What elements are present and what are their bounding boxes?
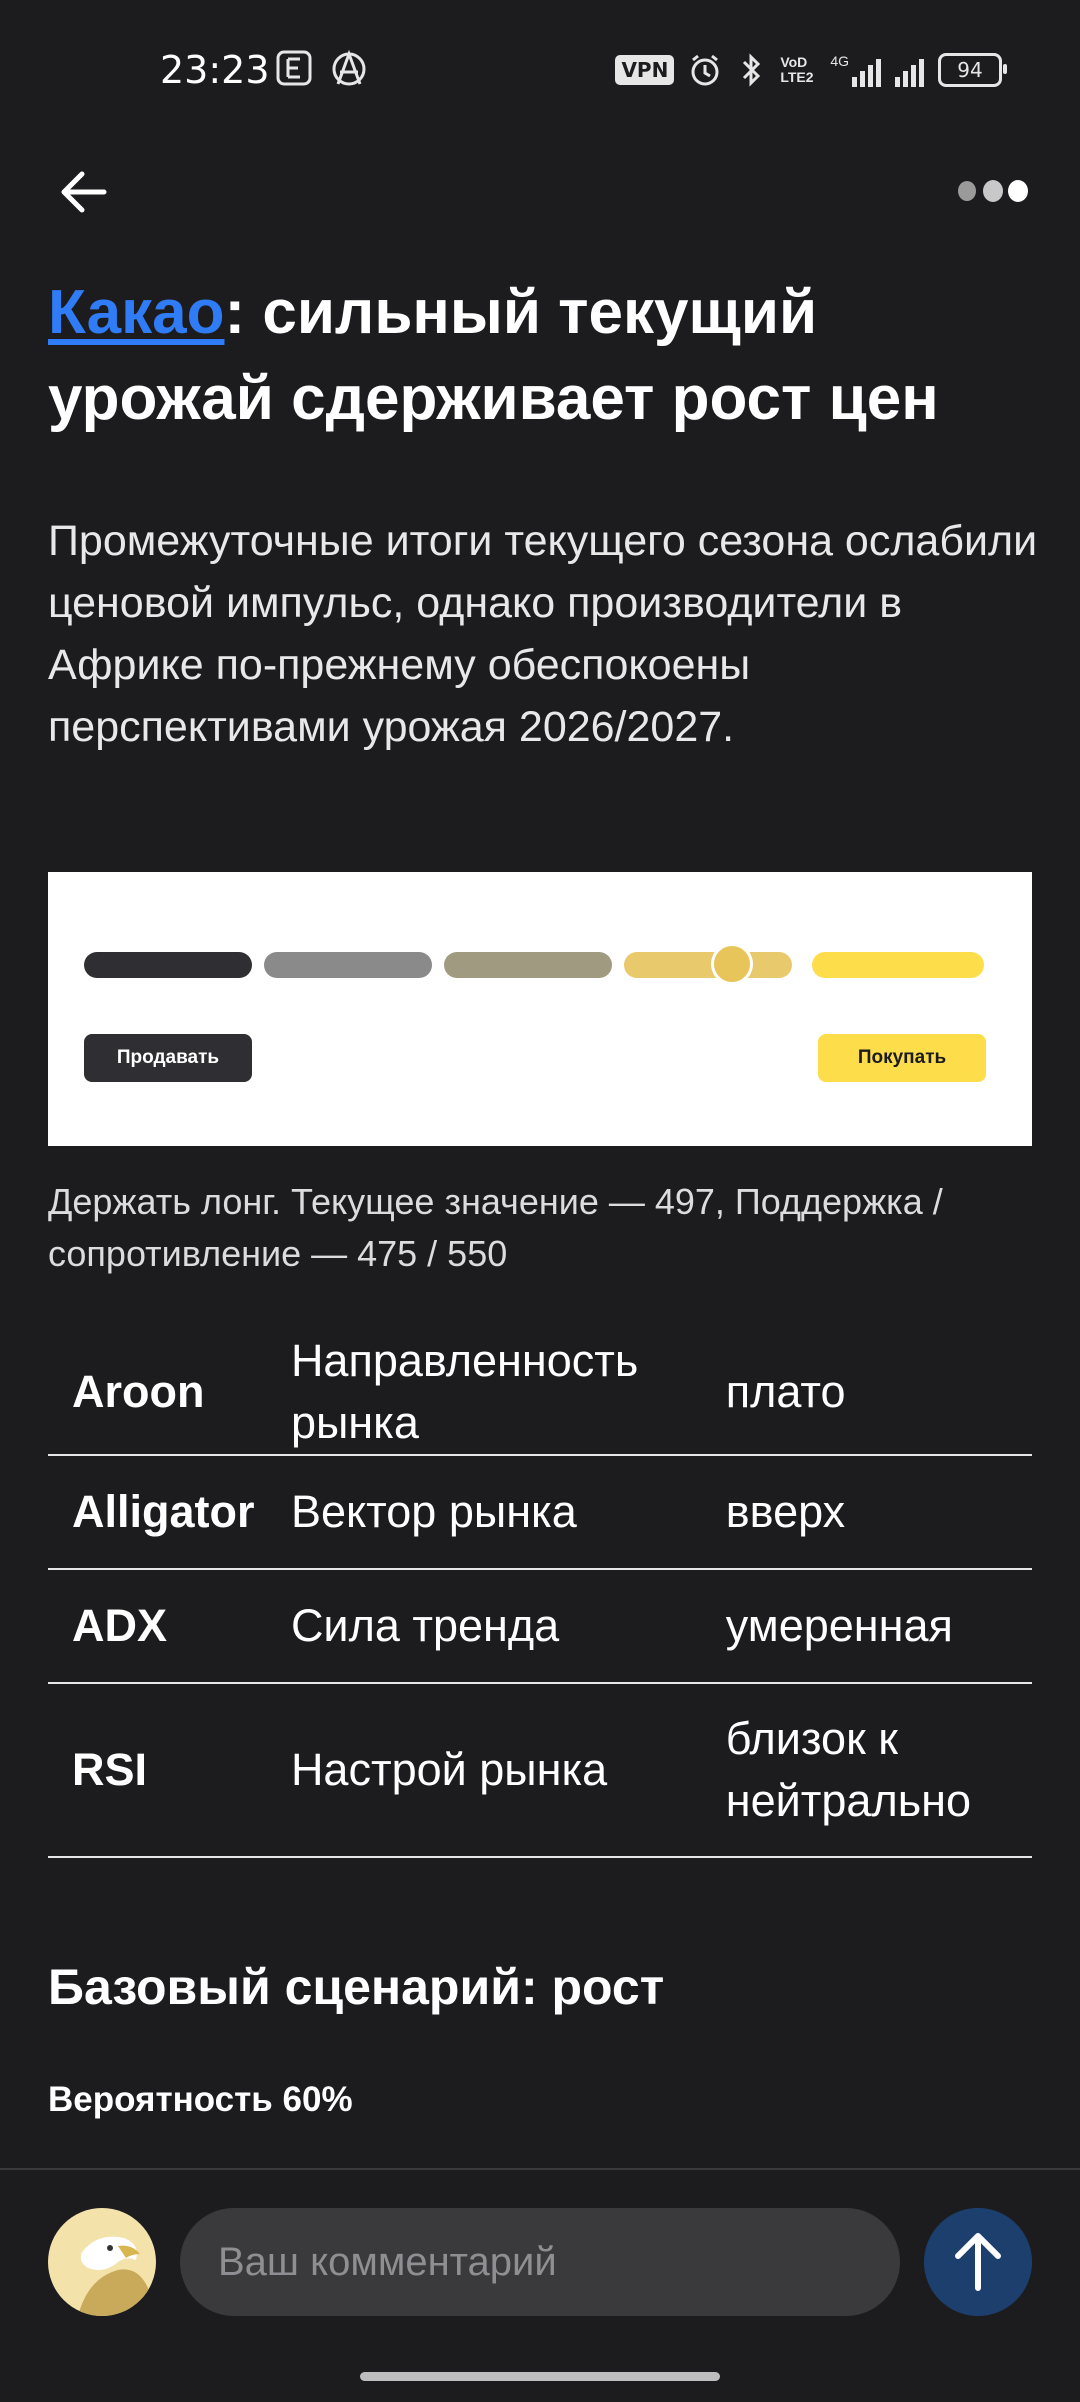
table-row: ADX Сила тренда умеренная xyxy=(48,1569,1032,1684)
battery-icon: 94 xyxy=(938,53,1007,87)
status-time: 23:23 xyxy=(160,48,270,92)
signal-caption: Держать лонг. Текущее значение — 497, По… xyxy=(48,1181,943,1274)
table-row: Aroon Направленность рынка плато xyxy=(48,1330,1032,1456)
notification-e-icon xyxy=(276,50,312,86)
indicator-name: Alligator xyxy=(48,1455,291,1570)
eagle-avatar-icon[interactable] xyxy=(48,2208,156,2316)
article-title: Какао: сильный текущий урожай сдерживает… xyxy=(48,270,1038,442)
indicator-name: Aroon xyxy=(48,1330,291,1456)
indicators-table: Aroon Направленность рынка плато Alligat… xyxy=(48,1330,1032,1858)
indicator-name: RSI xyxy=(48,1683,291,1858)
signal-panel: Продавать Покупать xyxy=(48,872,1032,1146)
indicator-value: близок к нейтрально xyxy=(725,1683,1032,1858)
comment-input[interactable]: Ваш комментарий xyxy=(180,2208,900,2316)
indicator-value: вверх xyxy=(725,1455,1032,1570)
bluetooth-icon xyxy=(743,53,761,87)
arrow-left-icon[interactable] xyxy=(54,162,114,222)
notification-anarchy-icon xyxy=(332,50,366,86)
comment-bar: Ваш комментарий xyxy=(0,2168,1080,2402)
signal-4g-icon: 4G xyxy=(830,53,881,87)
signal-segment-strong-buy xyxy=(812,952,984,978)
status-bar: 23:23 VPN VoD LTE2 4G 94 xyxy=(0,0,1080,140)
alarm-icon xyxy=(691,54,719,86)
indicator-metric: Настрой рынка xyxy=(290,1683,726,1858)
indicator-value: умеренная xyxy=(725,1569,1032,1684)
vpn-badge: VPN xyxy=(615,55,675,85)
sell-button[interactable]: Продавать xyxy=(84,1034,252,1082)
signal-segment-strong-sell xyxy=(84,952,252,978)
scenario-heading: Базовый сценарий: рост xyxy=(48,1959,665,2015)
home-indicator[interactable] xyxy=(360,2372,720,2381)
signal-indicator-knob xyxy=(711,943,753,985)
network-label: 4G xyxy=(830,53,849,69)
article-lead: Промежуточные итоги текущего сезона осла… xyxy=(48,517,1038,751)
arrow-up-icon[interactable] xyxy=(924,2208,1032,2316)
signal-segment-neutral xyxy=(444,952,612,978)
status-icons: VPN VoD LTE2 4G 94 xyxy=(615,50,1007,90)
indicator-name: ADX xyxy=(48,1569,291,1684)
scenario-probability: Вероятность 60% xyxy=(48,2080,353,2119)
indicator-value: плато xyxy=(725,1330,1032,1456)
signal-icon xyxy=(895,53,924,87)
volte-label: VoD LTE2 xyxy=(780,54,814,85)
indicator-metric: Направленность рынка xyxy=(290,1330,726,1456)
buy-button[interactable]: Покупать xyxy=(818,1034,986,1082)
indicator-metric: Сила тренда xyxy=(290,1569,726,1684)
signal-segment-sell xyxy=(264,952,432,978)
title-link-cocoa[interactable]: Какао xyxy=(48,278,224,347)
table-row: Alligator Вектор рынка вверх xyxy=(48,1455,1032,1570)
indicator-metric: Вектор рынка xyxy=(290,1455,726,1570)
table-row: RSI Настрой рынка близок к нейтрально xyxy=(48,1683,1032,1858)
more-dots-icon[interactable] xyxy=(956,174,1030,208)
signal-segment-buy xyxy=(624,952,792,978)
